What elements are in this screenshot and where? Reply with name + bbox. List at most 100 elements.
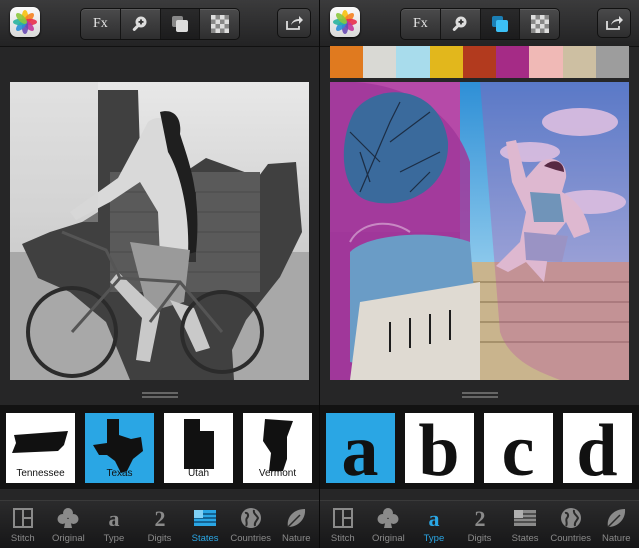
zoom-icon: [452, 16, 467, 31]
tab-stitch[interactable]: Stitch: [0, 501, 46, 548]
leaf-icon: [287, 509, 306, 528]
fx-label: Fx: [412, 16, 428, 31]
type-icon: a: [108, 507, 119, 529]
color-swatch[interactable]: [496, 46, 530, 78]
thumb-letter-c[interactable]: c: [484, 413, 553, 483]
font-picker-strip: a b c d: [320, 405, 639, 489]
flag-icon: [194, 510, 217, 526]
share-button[interactable]: [597, 8, 631, 38]
thumb-texas[interactable]: Texas: [85, 413, 154, 483]
color-swatch[interactable]: [429, 46, 463, 78]
color-swatch[interactable]: [529, 46, 563, 78]
tab-label: Stitch: [10, 533, 35, 544]
transparency-button[interactable]: [200, 9, 239, 39]
drawer-handle[interactable]: [142, 392, 178, 402]
drawer-handle[interactable]: [462, 392, 498, 402]
letter-glyph: b: [418, 413, 459, 483]
color-palette: [330, 46, 629, 78]
tab-digits[interactable]: 2 Digits: [457, 501, 503, 548]
thumb-tennessee[interactable]: Tennessee: [6, 413, 75, 483]
glyph-text: a: [342, 413, 379, 483]
share-button[interactable]: [277, 8, 311, 38]
color-swatch[interactable]: [462, 46, 497, 78]
color-swatch[interactable]: [330, 46, 364, 78]
letter-glyph: c: [502, 413, 535, 483]
photos-app-icon[interactable]: [330, 7, 360, 37]
svg-text:2: 2: [154, 507, 165, 529]
tab-label: Stitch: [330, 533, 355, 544]
tab-type[interactable]: a Type: [411, 501, 457, 548]
zoom-button[interactable]: [121, 9, 161, 39]
tab-nature[interactable]: Nature: [593, 501, 639, 548]
share-icon: [286, 16, 303, 30]
layers-color-button[interactable]: [480, 9, 521, 39]
glyph-text: b: [418, 413, 459, 483]
thumb-letter-d[interactable]: d: [563, 413, 632, 483]
color-swatch[interactable]: [562, 46, 596, 78]
tab-label: States: [511, 533, 539, 544]
stitch-icon: [332, 508, 353, 528]
club-icon: [377, 508, 399, 528]
letter-glyph: a: [342, 413, 379, 483]
tab-countries[interactable]: Countries: [548, 501, 594, 548]
globe-icon: [560, 508, 581, 528]
top-toolbar: Fx: [320, 0, 639, 47]
color-swatch[interactable]: [396, 46, 430, 78]
thumb-label: Texas: [106, 468, 133, 479]
tool-segment: Fx: [80, 8, 240, 40]
thumb-letter-a[interactable]: a: [326, 413, 395, 483]
stitch-icon: [12, 508, 33, 528]
type-icon: a: [428, 507, 439, 529]
svg-text:a: a: [108, 507, 119, 529]
tab-label: Original: [371, 533, 405, 544]
thumb-label: Utah: [187, 468, 210, 479]
glyph-text: d: [576, 413, 617, 483]
transparency-button[interactable]: [520, 9, 559, 39]
color-swatch[interactable]: [595, 46, 629, 78]
layers-color-icon: [491, 16, 508, 32]
tab-stitch[interactable]: Stitch: [320, 501, 366, 548]
photo-canvas[interactable]: [330, 82, 629, 380]
digits-icon: 2: [154, 507, 165, 529]
club-icon: [57, 508, 79, 528]
photo-canvas[interactable]: [10, 82, 309, 380]
zoom-button[interactable]: [441, 9, 481, 39]
globe-icon: [240, 508, 261, 528]
thumb-vermont[interactable]: Vermont: [243, 413, 312, 483]
tool-segment: Fx: [400, 8, 560, 40]
tab-label: Countries: [230, 533, 272, 544]
fx-label: Fx: [92, 16, 108, 31]
checkerboard-icon: [210, 15, 229, 33]
tab-original[interactable]: Original: [46, 501, 92, 548]
glyph-text: c: [502, 413, 535, 483]
category-tab-bar: Stitch Original a Type 2 Digits States C…: [320, 500, 639, 548]
tab-label: Countries: [550, 533, 592, 544]
layers-button[interactable]: [160, 9, 201, 39]
tab-label: Digits: [467, 533, 492, 544]
tab-label: Nature: [602, 533, 631, 544]
tab-type[interactable]: a Type: [91, 501, 137, 548]
thumb-label: Vermont: [258, 468, 297, 479]
tab-original[interactable]: Original: [366, 501, 412, 548]
layers-icon: [171, 16, 188, 32]
tab-states[interactable]: States: [182, 501, 228, 548]
thumb-letter-b[interactable]: b: [405, 413, 474, 483]
photos-app-icon[interactable]: [10, 7, 40, 37]
tab-countries[interactable]: Countries: [228, 501, 274, 548]
tab-states[interactable]: States: [502, 501, 548, 548]
svg-text:a: a: [428, 507, 439, 529]
shape-picker-strip: Tennessee Texas Utah Vermont: [0, 405, 319, 489]
tab-nature[interactable]: Nature: [273, 501, 319, 548]
tab-label: Type: [103, 533, 125, 544]
checkerboard-icon: [530, 15, 549, 33]
flower-icon: [333, 10, 357, 34]
color-swatch[interactable]: [363, 46, 397, 78]
thumb-utah[interactable]: Utah: [164, 413, 233, 483]
tab-label: Type: [423, 533, 445, 544]
tab-label: States: [191, 533, 219, 544]
tab-digits[interactable]: 2 Digits: [137, 501, 183, 548]
leaf-icon: [607, 509, 626, 528]
zoom-icon: [132, 16, 147, 31]
fx-button[interactable]: Fx: [401, 9, 441, 39]
fx-button[interactable]: Fx: [81, 9, 121, 39]
